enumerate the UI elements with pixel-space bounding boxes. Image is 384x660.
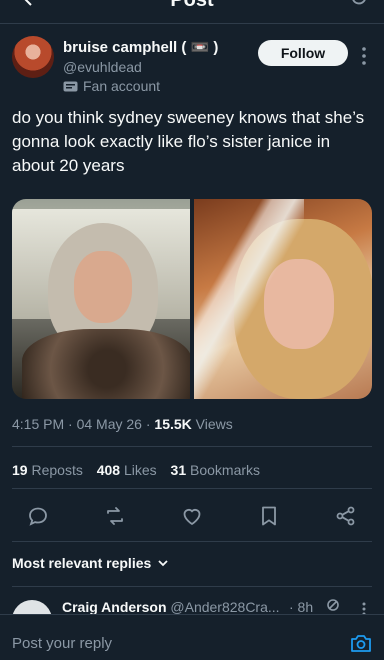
reposts-stat[interactable]: 19 Reposts (12, 462, 83, 478)
author-handle[interactable]: @evuhldead (63, 59, 218, 75)
reply-input[interactable]: Post your reply (12, 635, 112, 652)
post-media[interactable] (12, 199, 372, 399)
views-count: 15.5K (154, 416, 192, 432)
action-bar (0, 504, 384, 528)
author-label: Fan account (63, 78, 218, 94)
author-avatar[interactable] (12, 36, 54, 78)
reply-author: Craig Anderson @Ander828Cra... (62, 599, 280, 614)
divider (12, 446, 372, 447)
divider (12, 488, 372, 489)
top-bar: Post (0, 0, 384, 24)
like-icon[interactable] (180, 504, 204, 528)
chevron-down-icon (158, 560, 168, 567)
author-label-text: Fan account (83, 78, 161, 94)
reposts-label: Reposts (31, 462, 83, 478)
share-icon[interactable] (334, 504, 358, 528)
bookmarks-stat[interactable]: 31 Bookmarks (171, 462, 261, 478)
reply-item[interactable]: Craig Anderson @Ander828Cra... · 8h (0, 592, 384, 614)
post-text: do you think sydney sweeney knows that s… (12, 108, 365, 175)
reply-author-handle[interactable]: @Ander828Cra... (170, 599, 279, 614)
reply-composer[interactable]: Post your reply (0, 614, 384, 660)
divider (12, 541, 372, 542)
likes-stat[interactable]: 408 Likes (97, 462, 157, 478)
post-date: 04 May 26 (76, 416, 142, 432)
refresh-icon[interactable] (348, 0, 370, 8)
reply-more-icon[interactable] (362, 602, 366, 614)
reply-avatar[interactable] (12, 600, 52, 614)
reposts-count: 19 (12, 462, 28, 478)
follow-button[interactable]: Follow (258, 40, 348, 66)
media-image-2[interactable] (194, 199, 372, 399)
page-title: Post (170, 0, 214, 11)
replies-sort-label: Most relevant replies (12, 555, 152, 571)
bookmarks-label: Bookmarks (190, 462, 261, 478)
reply-time: · 8h (289, 599, 314, 614)
likes-count: 408 (96, 462, 121, 478)
author-info: bruise camphell ( 📼 ) @evuhldead Fan acc… (63, 38, 218, 94)
reply-author-name[interactable]: Craig Anderson (62, 599, 167, 614)
bookmarks-count: 31 (170, 462, 187, 478)
post-time: 4:15 PM (12, 416, 65, 432)
more-icon[interactable] (362, 47, 366, 65)
author-name[interactable]: bruise camphell ( 📼 ) (63, 38, 218, 56)
bookmark-icon[interactable] (257, 504, 281, 528)
divider (12, 586, 372, 587)
reply-icon[interactable] (26, 504, 50, 528)
views-label: Views (195, 416, 233, 432)
likes-label: Likes (123, 462, 157, 478)
post-meta: 4:15 PM · 04 May 26 · 15.5K Views (12, 416, 233, 432)
camera-icon[interactable] (350, 633, 372, 653)
grok-icon[interactable] (326, 598, 340, 612)
repost-icon[interactable] (103, 504, 127, 528)
fan-badge-icon (63, 81, 78, 91)
replies-sort-dropdown[interactable]: Most relevant replies (12, 555, 169, 571)
media-image-1[interactable] (12, 199, 190, 399)
post-stats: 19 Reposts 408 Likes 31 Bookmarks (12, 462, 260, 478)
